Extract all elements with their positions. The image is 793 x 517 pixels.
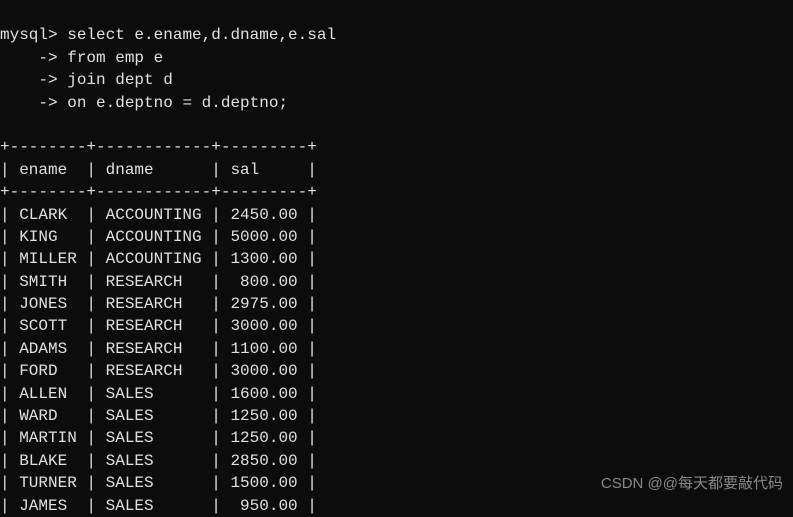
table-row: | TURNER | SALES | 1500.00 | bbox=[0, 474, 317, 492]
table-row: | JAMES | SALES | 950.00 | bbox=[0, 497, 317, 515]
sql-line-1: select e.ename,d.dname,e.sal bbox=[67, 26, 336, 44]
terminal-output[interactable]: mysql> select e.ename,d.dname,e.sal -> f… bbox=[0, 0, 793, 517]
sql-line-2: from emp e bbox=[67, 49, 163, 67]
sql-line-4: on e.deptno = d.deptno; bbox=[67, 94, 288, 112]
table-row: | JONES | RESEARCH | 2975.00 | bbox=[0, 295, 317, 313]
mysql-prompt: mysql> bbox=[0, 26, 58, 44]
table-row: | ALLEN | SALES | 1600.00 | bbox=[0, 385, 317, 403]
table-row: | KING | ACCOUNTING | 5000.00 | bbox=[0, 228, 317, 246]
table-row: | CLARK | ACCOUNTING | 2450.00 | bbox=[0, 206, 317, 224]
watermark-text: CSDN @@每天都要敲代码 bbox=[601, 473, 783, 494]
col-header-sal: sal bbox=[230, 161, 259, 179]
table-row: | BLAKE | SALES | 2850.00 | bbox=[0, 452, 317, 470]
result-table: +--------+------------+---------+ | enam… bbox=[0, 114, 793, 517]
table-row: | SMITH | RESEARCH | 800.00 | bbox=[0, 273, 317, 291]
continuation-prompt: -> bbox=[0, 49, 58, 67]
table-row: | FORD | RESEARCH | 3000.00 | bbox=[0, 362, 317, 380]
table-border-top: +--------+------------+---------+ bbox=[0, 138, 317, 156]
col-header-dname: dname bbox=[106, 161, 154, 179]
table-row: | WARD | SALES | 1250.00 | bbox=[0, 407, 317, 425]
table-row: | MILLER | ACCOUNTING | 1300.00 | bbox=[0, 250, 317, 268]
table-row: | SCOTT | RESEARCH | 3000.00 | bbox=[0, 317, 317, 335]
continuation-prompt: -> bbox=[0, 94, 58, 112]
table-border-mid: +--------+------------+---------+ bbox=[0, 183, 317, 201]
sql-line-3: join dept d bbox=[67, 71, 173, 89]
table-header-row: | ename | dname | sal | bbox=[0, 161, 317, 179]
table-row: | ADAMS | RESEARCH | 1100.00 | bbox=[0, 340, 317, 358]
continuation-prompt: -> bbox=[0, 71, 58, 89]
col-header-ename: ename bbox=[19, 161, 67, 179]
table-row: | MARTIN | SALES | 1250.00 | bbox=[0, 429, 317, 447]
table-body: | CLARK | ACCOUNTING | 2450.00 | | KING … bbox=[0, 204, 793, 517]
